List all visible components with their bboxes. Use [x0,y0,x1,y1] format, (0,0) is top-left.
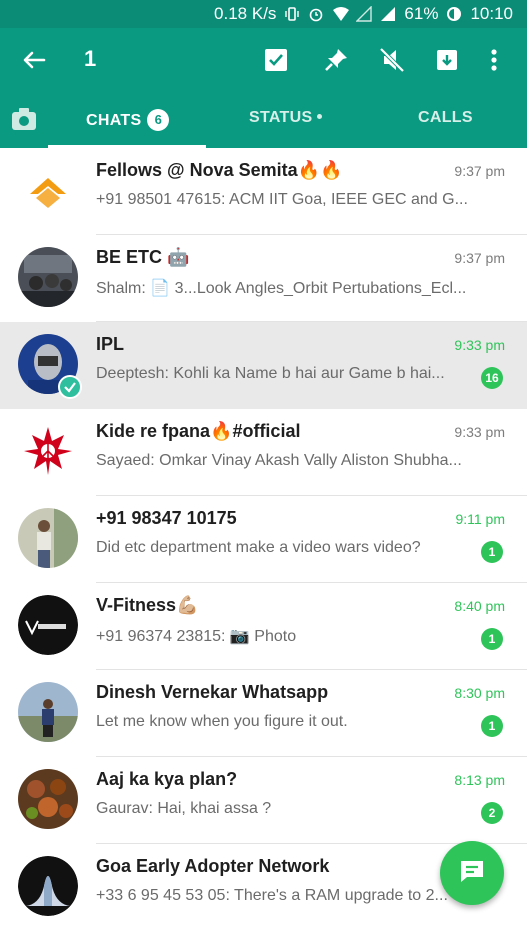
avatar [18,160,78,220]
chat-name: BE ETC 🤖 [96,247,190,267]
selected-check-icon [58,375,82,399]
signal-empty-icon [355,5,373,22]
chat-time: 8:13 pm [454,772,505,788]
unread-badge: 2 [481,802,503,824]
camera-icon[interactable] [10,106,42,134]
avatar [18,247,78,307]
overflow-menu-icon[interactable] [478,44,510,76]
chat-last-message: Gaurav: Hai, khai assa ? [96,800,272,817]
mute-icon[interactable] [376,44,408,76]
chat-last-message: Let me know when you figure it out. [96,713,348,730]
chat-last-message: +91 98501 47615: ACM IIT Goa, IEEE GEC a… [96,191,468,208]
tab-calls-label: CALLS [418,109,473,126]
archive-icon[interactable] [431,44,463,76]
vibrate-icon [284,6,300,22]
signal-icon [380,6,396,22]
wifi-icon [332,6,350,22]
unread-badge: 1 [481,715,503,737]
chat-name: V-Fitness💪🏼 [96,595,199,615]
chat-name: +91 98347 10175 [96,508,237,528]
chat-name: IPL [96,334,125,354]
tab-status-label: STATUS [249,109,313,126]
chat-time: 9:33 pm [454,337,505,353]
chat-row[interactable]: Aaj ka kya plan? Gaurav: Hai, khai assa … [0,757,527,844]
tab-chats-label: CHATS [86,112,142,129]
avatar [18,856,78,916]
chat-name: Fellows @ Nova Semita🔥🔥 [96,160,343,180]
pin-icon[interactable] [320,44,352,76]
clock: 10:10 [470,4,513,23]
select-all-icon[interactable] [260,44,292,76]
selection-app-bar: 1 [0,28,527,92]
tab-chats-badge: 6 [147,109,170,131]
tab-chats[interactable]: CHATS 6 [86,109,170,131]
chat-time: 9:37 pm [454,250,505,266]
tab-status[interactable]: STATUS [249,109,323,127]
chat-row[interactable]: Fellows @ Nova Semita🔥🔥 +91 98501 47615:… [0,148,527,235]
chat-last-message: Deeptesh: Kohli ka Name b hai aur Game b… [96,365,445,382]
chat-row[interactable]: V-Fitness💪🏼 +91 96374 23815: 📷 Photo 8:4… [0,583,527,670]
network-speed: 0.18 K/s [214,4,277,23]
chat-time: 8:30 pm [454,685,505,701]
chat-name: Kide re fpana🔥#official [96,421,301,441]
chat-row[interactable]: Kide re fpana🔥#official Sayaed: Omkar Vi… [0,409,527,496]
avatar [18,508,78,568]
chat-time: 8:40 pm [454,598,505,614]
chat-row-selected[interactable]: IPL Deeptesh: Kohli ka Name b hai aur Ga… [0,322,527,409]
selected-count: 1 [84,46,97,71]
chat-time: 9:33 pm [454,424,505,440]
chat-time: 9:37 pm [454,163,505,179]
unread-badge: 1 [481,541,503,563]
chat-name: Dinesh Vernekar Whatsapp [96,682,329,702]
avatar [18,421,78,481]
chat-last-message: +91 96374 23815: 📷 Photo [96,628,297,645]
new-chat-icon [458,858,486,889]
alarm-icon [308,6,324,22]
new-chat-button[interactable] [440,841,504,905]
chat-row[interactable]: +91 98347 10175 Did etc department make … [0,496,527,583]
back-arrow-icon[interactable] [18,44,50,76]
status-dot-icon [317,114,323,119]
chat-name: Aaj ka kya plan? [96,769,238,789]
tab-calls[interactable]: CALLS [418,109,473,127]
tab-bar: CHATS 6 STATUS CALLS [0,92,527,148]
chat-last-message: Shalm: 📄 3...Look Angles_Orbit Pertubati… [96,280,467,297]
chat-last-message: +33 6 95 45 53 05: There's a RAM upgrade… [96,887,448,904]
status-bar-right: 0.18 K/s 61% 10:10 [214,4,513,24]
chat-last-message: Did etc department make a video wars vid… [96,539,421,556]
chat-time: 9:11 pm [455,511,505,527]
battery-percent: 61% [404,4,439,23]
chat-row[interactable]: Dinesh Vernekar Whatsapp Let me know whe… [0,670,527,757]
avatar [18,769,78,829]
status-bar: 0.18 K/s 61% 10:10 [0,0,527,28]
avatar [18,595,78,655]
chat-last-message: Sayaed: Omkar Vinay Akash Vally Aliston … [96,452,462,469]
unread-badge: 16 [481,367,503,389]
unread-badge: 1 [481,628,503,650]
battery-icon [446,6,462,22]
chat-name: Goa Early Adopter Network [96,856,330,876]
avatar [18,682,78,742]
chat-row[interactable]: BE ETC 🤖 Shalm: 📄 3...Look Angles_Orbit … [0,235,527,322]
